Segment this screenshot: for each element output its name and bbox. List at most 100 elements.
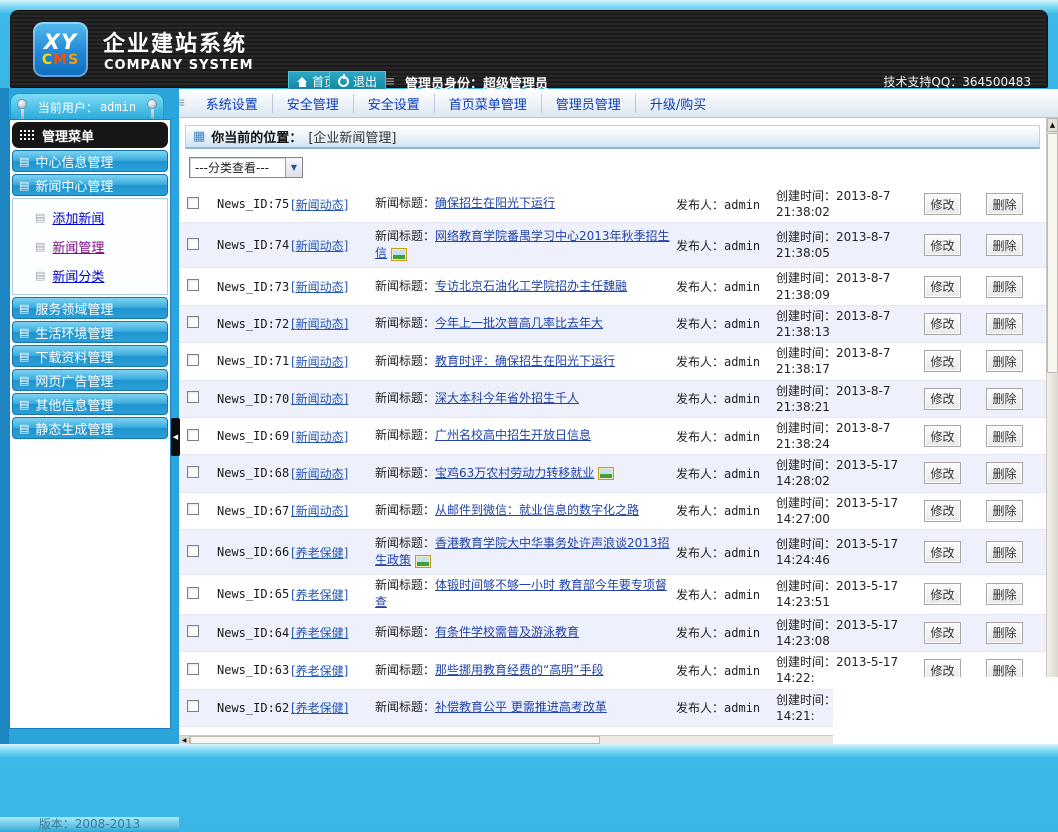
- row-checkbox[interactable]: [187, 279, 199, 291]
- news-title-link[interactable]: 有条件学校需普及游泳教育: [435, 625, 579, 639]
- row-checkbox[interactable]: [187, 391, 199, 403]
- news-title-link[interactable]: 确保招生在阳光下运行: [435, 196, 555, 210]
- news-title-link[interactable]: 从邮件到微信：就业信息的数字化之路: [435, 503, 639, 517]
- edit-button[interactable]: 修改: [924, 313, 961, 335]
- sidebar-item-living-environment[interactable]: ▤ 生活环境管理: [12, 321, 168, 343]
- sidebar-item-news-center[interactable]: ▤ 新闻中心管理: [12, 174, 168, 196]
- delete-button[interactable]: 删除: [986, 388, 1023, 410]
- row-checkbox[interactable]: [187, 625, 199, 637]
- delete-button[interactable]: 删除: [986, 234, 1023, 256]
- edit-button[interactable]: 修改: [924, 500, 961, 522]
- row-checkbox[interactable]: [187, 316, 199, 328]
- checkbox-cell: [187, 587, 217, 602]
- table-row: News_ID:66 [养老保健] 新闻标题：香港教育学院大中华事务处许声浪谈2…: [179, 530, 1046, 575]
- category-link[interactable]: [新闻动态]: [291, 239, 348, 253]
- category-link[interactable]: [新闻动态]: [291, 430, 348, 444]
- news-id: News_ID:66: [217, 545, 291, 559]
- sidebar-item-static-generation[interactable]: ▤ 静态生成管理: [12, 417, 168, 439]
- news-title-link[interactable]: 补偿教育公平 更需推进高考改革: [435, 700, 607, 714]
- submenu-item-add-news[interactable]: ▤ 添加新闻: [13, 203, 167, 232]
- edit-button[interactable]: 修改: [924, 350, 961, 372]
- sidebar-item-other-info[interactable]: ▤ 其他信息管理: [12, 393, 168, 415]
- category-filter-select[interactable]: ---分类查看--- ▼: [189, 157, 303, 178]
- category-link[interactable]: [新闻动态]: [291, 317, 348, 331]
- row-checkbox[interactable]: [187, 663, 199, 675]
- category-link[interactable]: [新闻动态]: [291, 198, 348, 212]
- category-link[interactable]: [养老保健]: [291, 546, 348, 560]
- edit-button[interactable]: 修改: [924, 622, 961, 644]
- edit-button[interactable]: 修改: [924, 234, 961, 256]
- category-link[interactable]: [养老保健]: [291, 664, 348, 678]
- topnav-system-settings[interactable]: 系统设置: [192, 94, 273, 113]
- topnav-security-management[interactable]: 安全管理: [273, 94, 354, 113]
- category-link[interactable]: [新闻动态]: [291, 467, 348, 481]
- delete-button[interactable]: 删除: [986, 541, 1023, 563]
- category-link[interactable]: [养老保健]: [291, 701, 348, 715]
- category-link[interactable]: [新闻动态]: [291, 280, 348, 294]
- vertical-scrollbar[interactable]: ▲: [1046, 118, 1058, 744]
- row-checkbox[interactable]: [187, 466, 199, 478]
- category-link[interactable]: [养老保健]: [291, 626, 348, 640]
- delete-button[interactable]: 删除: [986, 276, 1023, 298]
- category-cell: [新闻动态]: [291, 278, 375, 295]
- chevron-down-icon[interactable]: ▼: [285, 158, 302, 177]
- topnav-security-settings[interactable]: 安全设置: [354, 94, 435, 113]
- news-title-link[interactable]: 今年上一批次普高几率比去年大: [435, 316, 603, 330]
- news-submenu: ▤ 添加新闻 ▤ 新闻管理 ▤ 新闻分类: [12, 198, 168, 295]
- category-link[interactable]: [新闻动态]: [291, 504, 348, 518]
- sidebar-item-center-info[interactable]: ▤ 中心信息管理: [12, 150, 168, 172]
- edit-button[interactable]: 修改: [924, 583, 961, 605]
- category-link[interactable]: [养老保健]: [291, 588, 348, 602]
- row-checkbox[interactable]: [187, 545, 199, 557]
- edit-button[interactable]: 修改: [924, 425, 961, 447]
- delete-button[interactable]: 删除: [986, 500, 1023, 522]
- news-title-link[interactable]: 深大本科今年省外招生千人: [435, 391, 579, 405]
- scroll-up-icon[interactable]: ▲: [1047, 118, 1058, 132]
- topnav-upgrade[interactable]: 升级/购买: [636, 94, 720, 113]
- vertical-scrollbar-thumb[interactable]: [1047, 133, 1058, 373]
- news-title-link[interactable]: 广州名校高中招生开放日信息: [435, 428, 591, 442]
- delete-button[interactable]: 删除: [986, 313, 1023, 335]
- topnav-admin-management[interactable]: 管理员管理: [542, 94, 636, 113]
- category-link[interactable]: [新闻动态]: [291, 392, 348, 406]
- row-checkbox[interactable]: [187, 587, 199, 599]
- row-checkbox[interactable]: [187, 429, 199, 441]
- sidebar-collapse-handle[interactable]: ◀: [171, 418, 180, 456]
- created-label: 创建时间：: [776, 618, 836, 632]
- category-link[interactable]: [新闻动态]: [291, 355, 348, 369]
- news-title-link[interactable]: 那些挪用教育经费的“高明”手段: [435, 663, 603, 677]
- edit-button[interactable]: 修改: [924, 276, 961, 298]
- sidebar-item-downloads[interactable]: ▤ 下载资料管理: [12, 345, 168, 367]
- created-time: 14:24:46: [776, 553, 830, 567]
- delete-button[interactable]: 删除: [986, 350, 1023, 372]
- news-title-link[interactable]: 专访北京石油化工学院招办主任魏融: [435, 279, 627, 293]
- publisher-value: admin: [724, 239, 760, 253]
- row-checkbox[interactable]: [187, 503, 199, 515]
- sidebar-item-web-ads[interactable]: ▤ 网页广告管理: [12, 369, 168, 391]
- delete-button[interactable]: 删除: [986, 622, 1023, 644]
- row-checkbox[interactable]: [187, 700, 199, 712]
- submenu-item-news-management[interactable]: ▤ 新闻管理: [13, 232, 167, 261]
- delete-button[interactable]: 删除: [986, 193, 1023, 215]
- checkbox-cell: [187, 238, 217, 253]
- horizontal-scrollbar-thumb[interactable]: [190, 736, 600, 744]
- delete-button[interactable]: 删除: [986, 425, 1023, 447]
- delete-button[interactable]: 删除: [986, 583, 1023, 605]
- edit-cell: 修改: [924, 462, 986, 484]
- news-title-link[interactable]: 宝鸡63万农村劳动力转移就业: [435, 466, 594, 480]
- row-checkbox[interactable]: [187, 197, 199, 209]
- edit-button[interactable]: 修改: [924, 193, 961, 215]
- edit-button[interactable]: 修改: [924, 388, 961, 410]
- publisher-value: admin: [724, 467, 760, 481]
- row-checkbox[interactable]: [187, 238, 199, 250]
- edit-button[interactable]: 修改: [924, 462, 961, 484]
- news-title-link[interactable]: 教育时评：确保招生在阳光下运行: [435, 354, 615, 368]
- scroll-left-icon[interactable]: ◀: [179, 736, 190, 744]
- edit-button[interactable]: 修改: [924, 541, 961, 563]
- submenu-item-news-category[interactable]: ▤ 新闻分类: [13, 261, 167, 290]
- topnav-homepage-menu[interactable]: 首页菜单管理: [435, 94, 542, 113]
- row-checkbox[interactable]: [187, 354, 199, 366]
- sidebar-item-service-area[interactable]: ▤ 服务领域管理: [12, 297, 168, 319]
- delete-button[interactable]: 删除: [986, 462, 1023, 484]
- created-label: 创建时间：: [776, 693, 836, 707]
